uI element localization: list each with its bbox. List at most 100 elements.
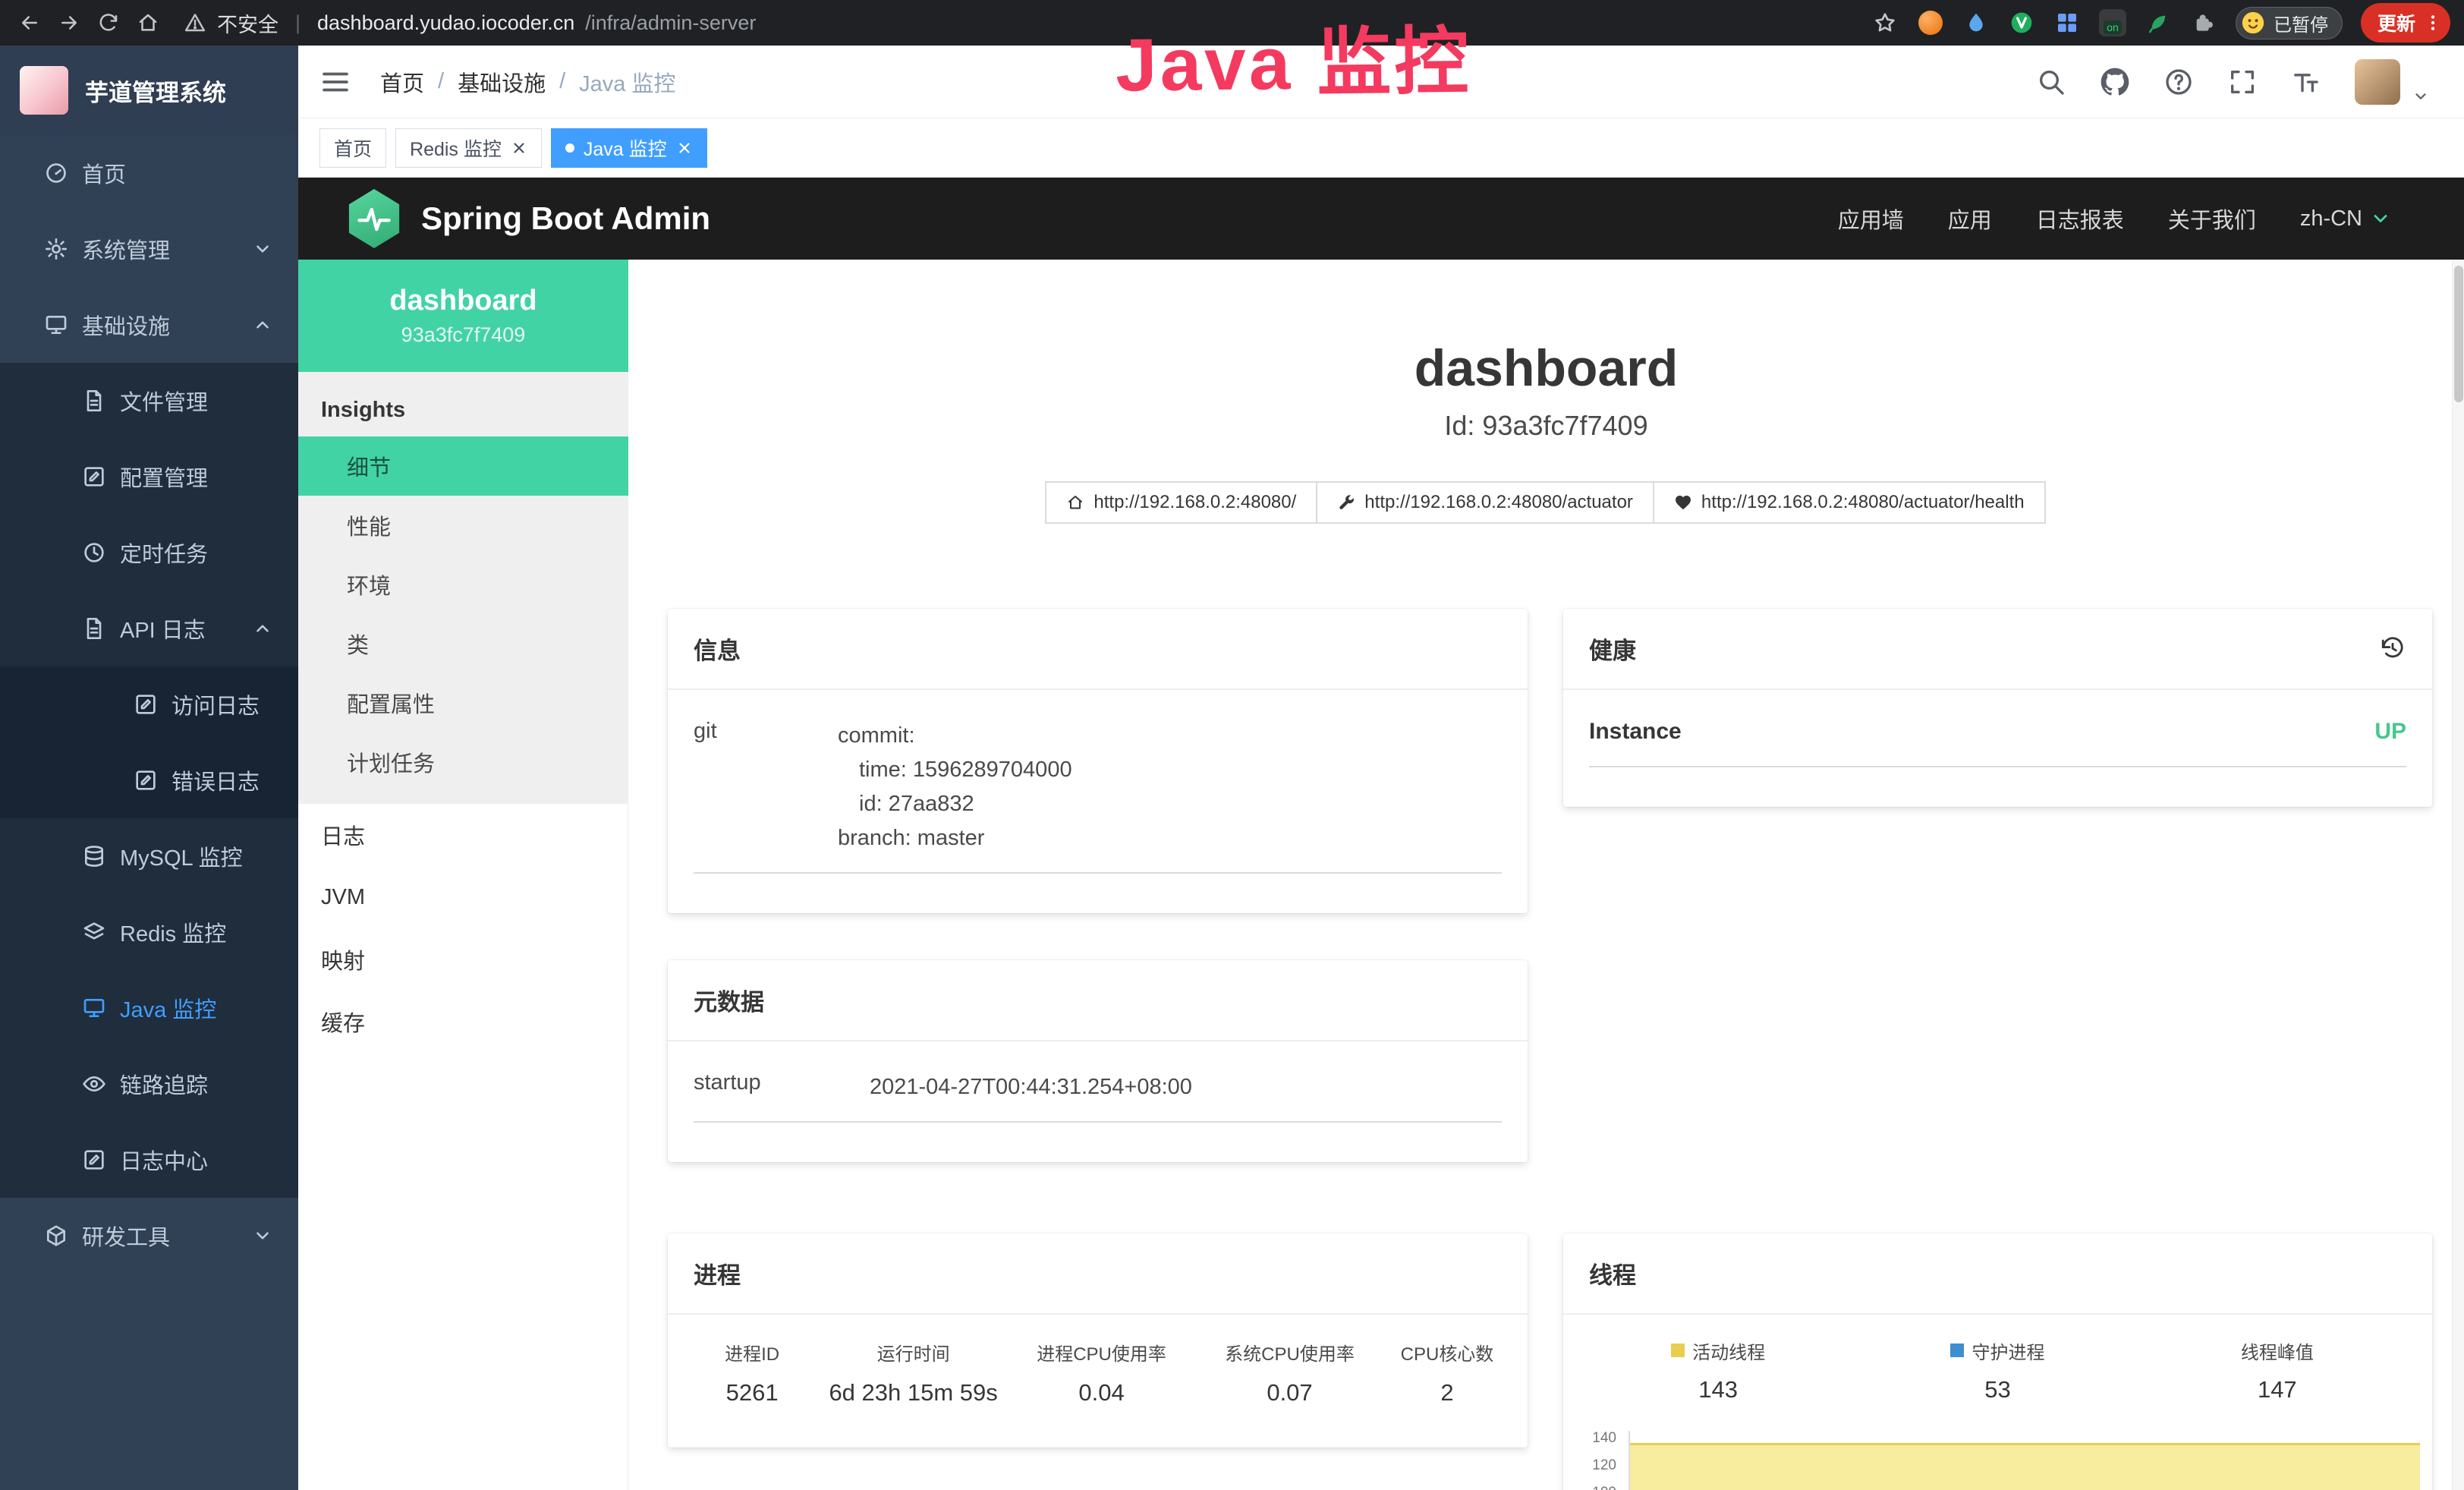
sba-item-mappings[interactable]: 映射	[298, 928, 628, 991]
process-col-process-cpu: 进程CPU使用率 0.04	[1005, 1339, 1197, 1407]
address-bar[interactable]: 不安全 | dashboard.yudao.iocoder.cn/infra/a…	[184, 8, 756, 38]
sba-nav-wallboard[interactable]: 应用墙	[1838, 203, 1904, 235]
instance-link-actuator[interactable]: http://192.168.0.2:48080/actuator	[1316, 481, 1654, 524]
tab-label: 首页	[334, 134, 372, 162]
tab-redis-monitor[interactable]: Redis 监控	[395, 128, 542, 168]
extension-icon-v[interactable]	[2008, 9, 2035, 36]
item-label: 文件管理	[120, 385, 208, 417]
sidebar-item-error-logs[interactable]: 错误日志	[0, 742, 298, 818]
chevron-up-icon	[253, 619, 272, 638]
sba-item-caches[interactable]: 缓存	[298, 991, 628, 1053]
status-badge: UP	[2374, 719, 2406, 745]
sidebar-item-api-logs[interactable]: API 日志	[0, 591, 298, 666]
chevron-down-icon	[253, 1226, 272, 1246]
sba-nav-applications[interactable]: 应用	[1948, 203, 1992, 235]
stat-header: CPU核心数	[1382, 1339, 1512, 1366]
sidebar-item-file-mgmt[interactable]: 文件管理	[0, 363, 298, 439]
home-icon	[1066, 493, 1084, 512]
help-icon[interactable]	[2163, 67, 2194, 97]
sidebar-item-redis-monitor[interactable]: Redis 监控	[0, 894, 298, 970]
document-icon	[82, 389, 106, 413]
monitor-icon	[44, 313, 68, 337]
sba-item-classes[interactable]: 类	[298, 614, 628, 673]
sba-nav: 应用墙 应用 日志报表 关于我们 zh-CN	[1838, 203, 2391, 235]
sidebar-item-access-logs[interactable]: 访问日志	[0, 666, 298, 742]
sba-nav-about[interactable]: 关于我们	[2168, 203, 2256, 235]
search-icon[interactable]	[2036, 67, 2066, 97]
sba-item-details[interactable]: 细节	[298, 436, 628, 496]
instance-link-root[interactable]: http://192.168.0.2:48080/	[1045, 481, 1317, 524]
item-label: 首页	[82, 157, 126, 189]
tab-home[interactable]: 首页	[319, 128, 386, 168]
sidebar-item-log-center[interactable]: 日志中心	[0, 1122, 298, 1198]
sba-item-configprops[interactable]: 配置属性	[298, 673, 628, 732]
threads-legend: 活动线程 143 守护进程 53 线程峰值 14	[1563, 1315, 2432, 1403]
breadcrumb-current: Java 监控	[579, 66, 675, 98]
home-icon[interactable]	[132, 7, 164, 39]
back-icon[interactable]	[14, 7, 46, 39]
hamburger-icon[interactable]	[319, 66, 351, 98]
bookmark-star-icon[interactable]	[1871, 9, 1899, 36]
instance-header[interactable]: dashboard 93a3fc7f7409	[298, 260, 628, 372]
url-domain: dashboard.yudao.iocoder.cn	[317, 11, 574, 35]
health-instance-label: Instance	[1589, 719, 1682, 745]
metadata-row-startup: startup 2021-04-27T00:44:31.254+08:00	[694, 1070, 1502, 1123]
breadcrumb-home[interactable]: 首页	[380, 66, 424, 98]
font-size-icon[interactable]	[2291, 67, 2321, 97]
sidebar-item-java-monitor[interactable]: Java 监控	[0, 970, 298, 1046]
extension-icon-leaf[interactable]	[2145, 9, 2172, 36]
github-icon[interactable]	[2100, 67, 2130, 97]
breadcrumb-section[interactable]: 基础设施	[458, 66, 546, 98]
breadcrumb: 首页 / 基础设施 / Java 监控	[380, 66, 675, 98]
sidebar-item-mysql-monitor[interactable]: MySQL 监控	[0, 818, 298, 894]
sba-item-logfile[interactable]: 日志	[298, 804, 628, 866]
legend-value: 147	[2138, 1376, 2417, 1403]
item-label: 访问日志	[172, 688, 260, 720]
fullscreen-icon[interactable]	[2227, 67, 2258, 97]
screen: 不安全 | dashboard.yudao.iocoder.cn/infra/a…	[0, 0, 2464, 1490]
update-button[interactable]: 更新	[2361, 3, 2450, 43]
sidebar-item-tracing[interactable]: 链路追踪	[0, 1046, 298, 1122]
sba-item-jvm[interactable]: JVM	[298, 866, 628, 928]
scrollbar-track[interactable]	[2452, 260, 2464, 1490]
close-icon[interactable]	[676, 140, 693, 156]
sidebar-item-scheduled-jobs[interactable]: 定时任务	[0, 515, 298, 591]
user-avatar[interactable]	[2355, 59, 2400, 105]
sba-item-environment[interactable]: 环境	[298, 555, 628, 614]
tags-view: 首页 Redis 监控 Java 监控	[298, 118, 2464, 178]
git-id-line: id: 27aa832	[838, 787, 1072, 821]
legend-value: 53	[1858, 1376, 2137, 1403]
extension-icon-orange[interactable]	[1917, 9, 1944, 36]
extension-icon-drop[interactable]	[1962, 9, 1990, 36]
extension-icon-on-switch[interactable]: on	[2099, 9, 2126, 36]
legend-live-threads: 活动线程 143	[1578, 1337, 1858, 1403]
sba-item-scheduled-tasks[interactable]: 计划任务	[298, 732, 628, 792]
insights-group: Insights 细节 性能 环境 类 配置属性 计划任务	[298, 372, 628, 804]
avatar-caret-icon[interactable]	[2412, 88, 2429, 105]
sidebar-item-infrastructure[interactable]: 基础设施	[0, 287, 298, 363]
forward-icon[interactable]	[53, 7, 85, 39]
reload-icon[interactable]	[93, 7, 124, 39]
extension-icon-grid[interactable]	[2053, 9, 2081, 36]
close-icon[interactable]	[511, 140, 527, 156]
profile-chip[interactable]: 已暂停	[2236, 7, 2343, 39]
sba-nav-journal[interactable]: 日志报表	[2036, 203, 2124, 235]
edit-square-icon	[134, 692, 158, 717]
sidebar-item-home[interactable]: 首页	[0, 135, 298, 211]
sidebar-item-system-mgmt[interactable]: 系统管理	[0, 211, 298, 287]
stat-header: 运行时间	[821, 1339, 1005, 1366]
sidebar-item-dev-tools[interactable]: 研发工具	[0, 1198, 298, 1274]
chevron-down-icon	[253, 239, 272, 259]
scrollbar-thumb[interactable]	[2454, 266, 2463, 402]
y-axis-ticks: 140 120 100	[1563, 1425, 1624, 1490]
layers-icon	[82, 920, 106, 944]
item-label: 系统管理	[82, 233, 170, 265]
history-icon-button[interactable]	[2379, 635, 2406, 663]
locale-selector[interactable]: zh-CN	[2300, 206, 2391, 232]
instance-link-health[interactable]: http://192.168.0.2:48080/actuator/health	[1653, 481, 2046, 524]
extensions-puzzle-icon[interactable]	[2190, 9, 2217, 36]
sba-item-metrics[interactable]: 性能	[298, 496, 628, 555]
sidebar-item-config-mgmt[interactable]: 配置管理	[0, 439, 298, 515]
brand-logo-image	[20, 66, 68, 115]
tab-java-monitor[interactable]: Java 监控	[551, 128, 707, 168]
